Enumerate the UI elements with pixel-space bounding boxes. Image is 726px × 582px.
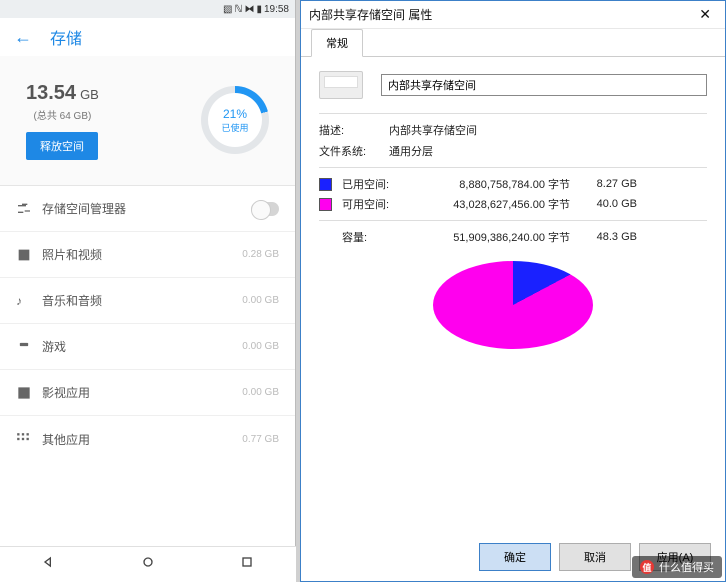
ring-label: 已使用 — [221, 121, 248, 134]
volume-name-input[interactable] — [381, 74, 707, 96]
nfc-icon: ℕ — [234, 4, 242, 15]
music-icon: ♪ — [16, 294, 42, 308]
total-amount: (总共 64 GB) — [26, 107, 99, 122]
nav-recents-icon[interactable] — [239, 554, 255, 575]
other-apps-row[interactable]: 其他应用 0.77 GB — [0, 416, 295, 462]
bluetooth-icon: ⧓ — [244, 4, 254, 15]
free-color-swatch — [319, 198, 332, 211]
used-color-swatch — [319, 178, 332, 191]
music-row[interactable]: ♪ 音乐和音频 0.00 GB — [0, 278, 295, 324]
status-time: 19:58 — [264, 4, 289, 15]
ring-percent: 21% — [221, 107, 248, 121]
dialog-titlebar: 内部共享存储空间 属性 ✕ — [301, 1, 725, 29]
free-gb: 40.0 GB — [582, 198, 637, 210]
free-space-button[interactable]: 释放空间 — [26, 132, 98, 160]
drive-icon — [319, 71, 363, 99]
android-titlebar: ← 存储 — [0, 18, 295, 56]
android-navbar — [0, 546, 296, 582]
ok-button[interactable]: 确定 — [479, 543, 551, 571]
cancel-button[interactable]: 取消 — [559, 543, 631, 571]
tab-strip: 常规 — [301, 29, 725, 57]
watermark-logo-icon: 值 — [640, 560, 654, 574]
gamepad-icon — [16, 342, 42, 352]
games-row[interactable]: 游戏 0.00 GB — [0, 324, 295, 370]
picture-icon: ▧ — [223, 4, 232, 15]
storage-manager-row[interactable]: 存储空间管理器 — [0, 186, 295, 232]
tune-icon — [16, 201, 42, 217]
properties-dialog: 内部共享存储空间 属性 ✕ 常规 描述: 内部共享存储空间 文件系统: 通用分层 — [300, 0, 726, 582]
description-value: 内部共享存储空间 — [389, 122, 707, 138]
disk-usage-pie — [433, 261, 593, 369]
page-title: 存储 — [50, 25, 82, 49]
watermark: 值 什么值得买 — [632, 556, 722, 578]
general-panel: 描述: 内部共享存储空间 文件系统: 通用分层 已用空间: 8,880,758,… — [301, 57, 725, 581]
photo-icon — [16, 247, 42, 263]
movie-icon — [16, 385, 42, 401]
battery-icon: ▮ — [256, 4, 262, 15]
storage-manager-toggle[interactable] — [251, 202, 279, 216]
nav-home-icon[interactable] — [140, 554, 156, 575]
dialog-title: 内部共享存储空间 属性 — [309, 6, 432, 23]
used-bytes: 8,880,758,784.00 字节 — [412, 176, 582, 192]
disk-usage-table: 已用空间: 8,880,758,784.00 字节 8.27 GB 可用空间: … — [319, 176, 707, 245]
nav-back-icon[interactable] — [41, 554, 57, 575]
storage-summary: 13.54GB (总共 64 GB) 释放空间 21% 已使用 — [0, 56, 295, 186]
capacity-bytes: 51,909,386,240.00 字节 — [412, 229, 582, 245]
free-bytes: 43,028,627,456.00 字节 — [412, 196, 582, 212]
apps-icon — [16, 432, 42, 446]
used-gb: 8.27 GB — [582, 178, 637, 190]
row-label: 存储空间管理器 — [42, 200, 251, 217]
filesystem-value: 通用分层 — [389, 143, 707, 159]
android-storage-panel: ▧ ℕ ⧓ ▮ 19:58 ← 存储 13.54GB (总共 64 GB) 释放… — [0, 0, 296, 582]
photos-row[interactable]: 照片和视频 0.28 GB — [0, 232, 295, 278]
capacity-gb: 48.3 GB — [582, 231, 637, 243]
movies-row[interactable]: 影视应用 0.00 GB — [0, 370, 295, 416]
status-bar: ▧ ℕ ⧓ ▮ 19:58 — [0, 0, 295, 18]
back-arrow-icon[interactable]: ← — [14, 27, 32, 48]
tab-general[interactable]: 常规 — [311, 29, 363, 57]
usage-ring: 21% 已使用 — [201, 86, 269, 154]
close-button[interactable]: ✕ — [693, 6, 717, 23]
used-amount: 13.54GB — [26, 82, 99, 105]
